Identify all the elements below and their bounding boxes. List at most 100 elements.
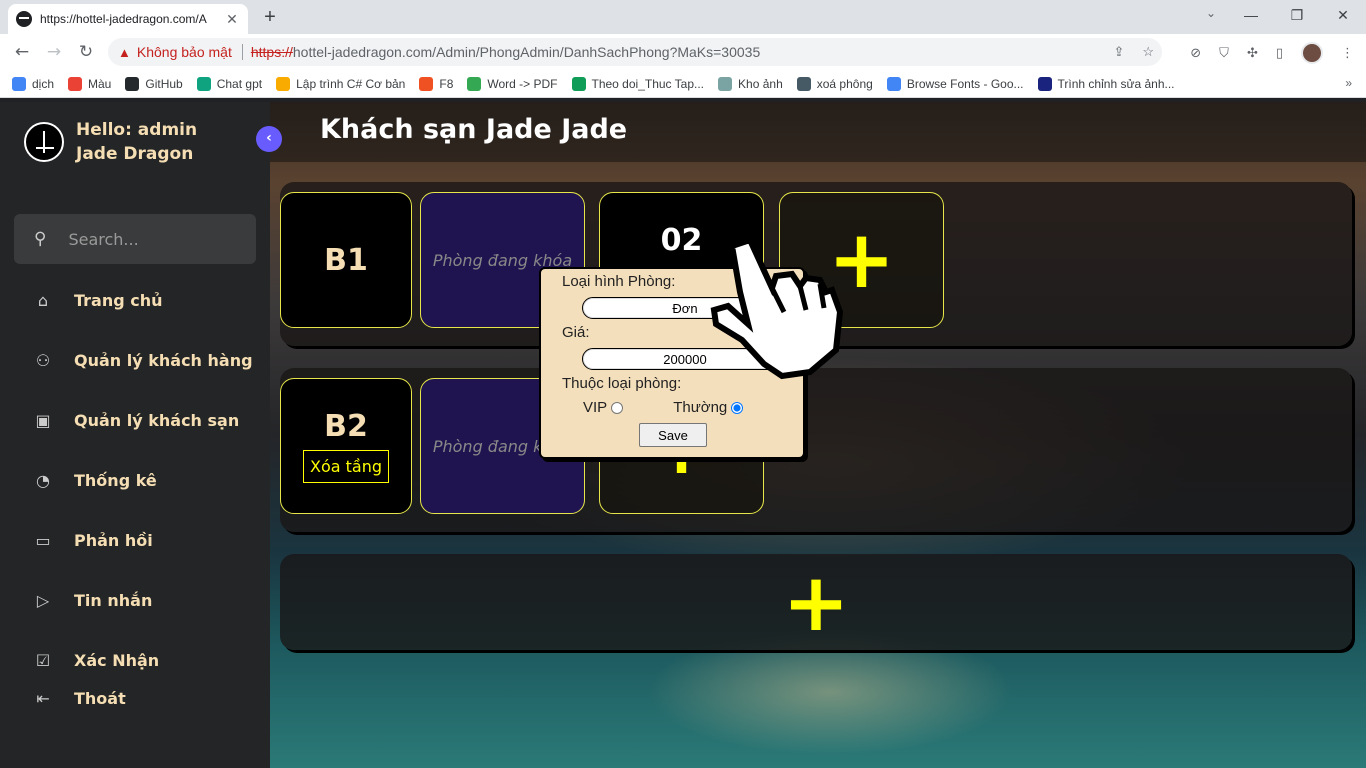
url-scheme: https://: [250, 44, 293, 60]
sidebar: Hello: admin Jade Dragon ⚲ ⌂ Trang chủ ⚇ Qu…: [0, 102, 270, 768]
bookmark-item[interactable]: Theo doi_Thuc Tap...: [571, 76, 705, 91]
bookmark-favicon-icon: [467, 76, 482, 91]
logo: [24, 122, 64, 162]
room-number: 02: [660, 223, 703, 258]
more-bookmarks-icon[interactable]: »: [1345, 76, 1352, 90]
bookmark-item[interactable]: xoá phông: [796, 76, 873, 91]
bookmark-favicon-icon: [718, 76, 733, 91]
bookmark-favicon-icon: [68, 76, 83, 91]
minimize-icon[interactable]: —: [1228, 0, 1274, 30]
bookmark-label: Kho ảnh: [738, 76, 783, 91]
profile-avatar[interactable]: [1301, 42, 1323, 64]
bookmark-item[interactable]: Trình chỉnh sửa ảnh...: [1037, 76, 1175, 91]
site-favicon-icon: [16, 11, 32, 27]
bookmark-item[interactable]: Lập trình C# Cơ bản: [276, 76, 406, 91]
close-tab-icon[interactable]: ✕: [224, 11, 240, 28]
bookmark-favicon-icon: [196, 76, 211, 91]
close-window-icon[interactable]: ✕: [1320, 0, 1366, 30]
sidebar-item[interactable]: ⇤ Thoát: [0, 668, 126, 728]
greeting-text: Hello: admin: [76, 120, 198, 140]
bookmark-label: Theo doi_Thuc Tap...: [591, 76, 705, 91]
bookmark-item[interactable]: GitHub: [125, 76, 183, 91]
compass-icon[interactable]: ⊘: [1190, 46, 1201, 61]
omnibox-icons: ⇪ ☆: [1113, 44, 1154, 60]
new-tab-button[interactable]: +: [258, 6, 282, 30]
user-x-icon: ⚇: [35, 350, 51, 370]
share-icon[interactable]: ⇪: [1113, 44, 1124, 60]
bookmark-label: Trình chỉnh sửa ảnh...: [1057, 76, 1175, 91]
sidebar-item[interactable]: ⌂ Trang chủ: [0, 270, 270, 330]
sidebar-item-label: Trang chủ: [74, 290, 163, 310]
bookmark-label: Màu: [88, 76, 112, 91]
collapse-sidebar-icon[interactable]: ‹: [256, 126, 282, 152]
browser-toolbar: ← → ↻ ▲ Không bảo mật https:// hottel-ja…: [0, 34, 1366, 70]
price-label: Giá:: [562, 324, 590, 341]
bookmark-item[interactable]: Word -> PDF: [467, 76, 558, 91]
reload-icon[interactable]: ↻: [70, 42, 102, 62]
page-title: Khách sạn Jade Jade: [320, 114, 628, 145]
normal-option[interactable]: Thường: [673, 399, 744, 416]
bookmark-item[interactable]: Browse Fonts - Goo...: [886, 76, 1024, 91]
bookmark-label: Word -> PDF: [487, 76, 558, 91]
tab-search-icon[interactable]: ⌄: [1206, 6, 1216, 20]
bookmark-item[interactable]: Màu: [68, 76, 112, 91]
tab-strip: https://hottel-jadedragon.com/A ✕ + ⌄ — …: [0, 0, 1366, 34]
bookmark-label: dịch: [32, 76, 55, 91]
sidebar-item-label: Tin nhắn: [74, 590, 153, 610]
delete-floor-button[interactable]: Xóa tầng: [302, 450, 389, 483]
search-box[interactable]: ⚲: [14, 214, 256, 264]
save-button[interactable]: Save: [639, 423, 707, 447]
warning-icon[interactable]: ▲: [118, 45, 131, 60]
search-input[interactable]: [68, 229, 229, 249]
bookmark-label: Chat gpt: [216, 76, 263, 91]
bookmark-item[interactable]: Chat gpt: [196, 76, 263, 91]
home-icon: ⌂: [37, 290, 49, 310]
normal-radio[interactable]: [731, 401, 744, 414]
bookmark-favicon-icon: [571, 76, 586, 91]
sidebar-item-label: Thoát: [74, 688, 126, 708]
floor-name: B2: [324, 409, 368, 444]
floor-row: B2 Xóa tầng Phòng đang khóa +: [280, 368, 1352, 532]
restore-icon[interactable]: ❐: [1274, 0, 1320, 30]
sidebar-item[interactable]: ▭ Phản hồi: [0, 510, 270, 570]
sidebar-item[interactable]: ⚇ Quản lý khách hàng: [0, 330, 270, 390]
extensions-puzzle-icon[interactable]: ✣: [1247, 46, 1258, 61]
floor-label[interactable]: B2 Xóa tầng: [280, 378, 412, 514]
bookmark-label: Browse Fonts - Goo...: [906, 76, 1024, 91]
sidebar-item-label: Quản lý khách sạn: [74, 410, 240, 430]
sidebar-item[interactable]: ▷ Tin nhắn: [0, 570, 270, 630]
vip-label: VIP: [583, 399, 608, 416]
vip-option[interactable]: VIP: [583, 399, 624, 416]
window-controls: — ❐ ✕: [1228, 0, 1366, 34]
comment-icon: ▭: [35, 530, 51, 550]
pie-chart-icon: ◔: [36, 470, 50, 490]
sidebar-item[interactable]: ◔ Thống kê: [0, 450, 270, 510]
browser-tab[interactable]: https://hottel-jadedragon.com/A ✕: [8, 4, 248, 34]
bookmark-favicon-icon: [419, 76, 434, 91]
shield-icon[interactable]: ⛉: [1219, 46, 1229, 61]
room-category-label: Thuộc loại phòng:: [562, 375, 682, 392]
plus-icon: +: [782, 555, 850, 649]
bookmark-star-icon[interactable]: ☆: [1142, 44, 1154, 60]
vip-radio[interactable]: [611, 401, 624, 414]
room-type-label: Loại hình Phòng:: [562, 273, 676, 290]
bookmark-label: xoá phông: [816, 76, 873, 91]
floor-label[interactable]: B1: [280, 192, 412, 328]
bookmark-favicon-icon: [125, 76, 140, 91]
add-floor-button[interactable]: +: [280, 554, 1352, 650]
bookmark-label: Lập trình C# Cơ bản: [296, 76, 406, 91]
sidebar-item[interactable]: ▣ Quản lý khách sạn: [0, 390, 270, 450]
address-bar[interactable]: ▲ Không bảo mật https:// hottel-jadedrag…: [108, 38, 1162, 66]
not-secure-label[interactable]: Không bảo mật: [137, 44, 232, 60]
side-panel-icon[interactable]: ▯: [1276, 46, 1283, 61]
check-square-icon: ☑: [35, 650, 51, 670]
url-text: hottel-jadedragon.com/Admin/PhongAdmin/D…: [292, 44, 761, 60]
back-icon[interactable]: ←: [6, 42, 38, 62]
bookmark-item[interactable]: Kho ảnh: [718, 76, 783, 91]
sidebar-menu: ⌂ Trang chủ ⚇ Quản lý khách hàng ▣ Quản lý kh…: [0, 270, 270, 708]
forward-icon[interactable]: →: [38, 42, 70, 62]
more-menu-icon[interactable]: ⋮: [1341, 46, 1354, 61]
bookmark-item[interactable]: dịch: [12, 76, 55, 91]
bookmarks-bar: dịch Màu GitHub Chat gpt Lập trình C# Cơ bản…: [0, 70, 1366, 98]
bookmark-item[interactable]: F8: [419, 76, 453, 91]
